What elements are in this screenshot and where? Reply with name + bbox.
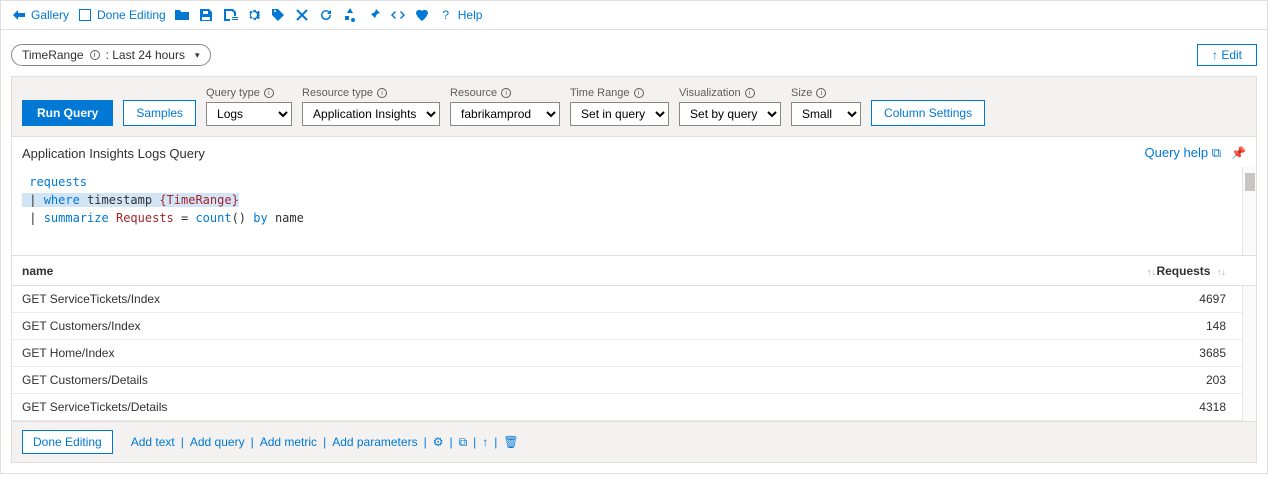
gear-icon[interactable] [246, 7, 262, 23]
pin-icon[interactable] [366, 7, 382, 23]
info-icon: i [634, 88, 644, 98]
visualization-select[interactable]: Set by query [679, 102, 781, 126]
timerange-field: Time Rangei Set in query [570, 87, 669, 126]
done-editing-label: Done Editing [97, 8, 166, 22]
info-icon: i [377, 88, 387, 98]
resource-select[interactable]: fabrikamprod [450, 102, 560, 126]
gallery-button[interactable]: Gallery [11, 7, 69, 23]
resource-type-field: Resource typei Application Insights [302, 87, 440, 126]
table-row[interactable]: GET Customers/Details 203 [12, 367, 1256, 394]
run-query-button[interactable]: Run Query [22, 100, 113, 126]
table-row[interactable]: GET Customers/Index 148 [12, 313, 1256, 340]
sort-indicator-icon[interactable]: ↑↓ [1214, 267, 1226, 277]
add-text-link[interactable]: Add text [131, 435, 175, 449]
shapes-icon[interactable] [342, 7, 358, 23]
timerange-pill[interactable]: TimeRange i : Last 24 hours ▾ [11, 44, 211, 66]
help-button[interactable]: ? Help [438, 7, 483, 23]
table-row[interactable]: GET Home/Index 3685 [12, 340, 1256, 367]
add-metric-link[interactable]: Add metric [260, 435, 317, 449]
delete-icon[interactable]: 🗑 [503, 435, 518, 449]
workbook-editor: Gallery Done Editing ? Help TimeRange i … [0, 0, 1268, 474]
results-header: name ↑↓ Requests ↑↓ [12, 256, 1256, 286]
done-editing-button[interactable]: Done Editing [77, 7, 166, 23]
add-query-link[interactable]: Add query [190, 435, 245, 449]
save-as-icon[interactable] [222, 7, 238, 23]
external-link-icon: ⧉ [1212, 145, 1221, 160]
visualization-field: Visualizationi Set by query [679, 87, 781, 126]
query-toolbar: Run Query Samples Query typei Logs Resou… [12, 77, 1256, 137]
resource-type-select[interactable]: Application Insights [302, 102, 440, 126]
timerange-select[interactable]: Set in query [570, 102, 669, 126]
resource-field: Resourcei fabrikamprod [450, 87, 560, 126]
gear-icon[interactable]: ⚙ [433, 435, 444, 449]
info-icon: i [501, 88, 511, 98]
copy-icon[interactable]: ⧉ [459, 435, 468, 450]
timerange-value: : Last 24 hours [106, 48, 185, 62]
query-type-field: Query typei Logs [206, 87, 292, 126]
query-editor[interactable]: requests | where timestamp {TimeRange} |… [12, 167, 1256, 256]
done-editing-icon [77, 7, 93, 23]
results-grid: GET ServiceTickets/Index 4697 GET Custom… [12, 286, 1256, 421]
col-requests-header[interactable]: Requests [1156, 264, 1210, 278]
arrow-left-icon [11, 7, 27, 23]
help-icon: ? [438, 7, 454, 23]
top-toolbar: Gallery Done Editing ? Help [1, 1, 1267, 30]
heart-icon[interactable] [414, 7, 430, 23]
chevron-down-icon: ▾ [195, 50, 200, 61]
col-name-header[interactable]: name [22, 264, 53, 278]
info-icon: i [90, 50, 100, 60]
help-label: Help [458, 8, 483, 22]
query-type-select[interactable]: Logs [206, 102, 292, 126]
sort-indicator-icon[interactable]: ↑↓ [1147, 267, 1156, 277]
column-settings-button[interactable]: Column Settings [871, 100, 985, 126]
size-field: Sizei Small [791, 87, 861, 126]
query-help-link[interactable]: Query help ⧉ [1145, 145, 1222, 161]
query-title: Application Insights Logs Query [22, 146, 205, 161]
open-folder-icon[interactable] [174, 7, 190, 23]
samples-button[interactable]: Samples [123, 100, 196, 126]
query-header: Application Insights Logs Query Query he… [12, 137, 1256, 167]
info-icon: i [745, 88, 755, 98]
query-panel: Run Query Samples Query typei Logs Resou… [11, 76, 1257, 463]
refresh-icon[interactable] [318, 7, 334, 23]
size-select[interactable]: Small [791, 102, 861, 126]
parameters-row: TimeRange i : Last 24 hours ▾ ↑ Edit [1, 30, 1267, 76]
save-icon[interactable] [198, 7, 214, 23]
results-scrollbar[interactable] [1242, 286, 1256, 421]
panel-footer: Done Editing Add text | Add query | Add … [12, 421, 1256, 462]
code-icon[interactable] [390, 7, 406, 23]
close-icon[interactable] [294, 7, 310, 23]
tag-icon[interactable] [270, 7, 286, 23]
table-row[interactable]: GET ServiceTickets/Index 4697 [12, 286, 1256, 313]
panel-done-editing-button[interactable]: Done Editing [22, 430, 113, 454]
editor-scrollbar[interactable] [1242, 167, 1256, 255]
edit-button[interactable]: ↑ Edit [1197, 44, 1257, 66]
gallery-label: Gallery [31, 8, 69, 22]
pin-query-icon[interactable]: 📌 [1231, 146, 1246, 160]
move-up-icon[interactable]: ↑ [482, 435, 488, 449]
info-icon: i [264, 88, 274, 98]
add-parameters-link[interactable]: Add parameters [332, 435, 417, 449]
table-row[interactable]: GET ServiceTickets/Details 4318 [12, 394, 1256, 421]
info-icon: i [816, 88, 826, 98]
timerange-label: TimeRange [22, 48, 84, 62]
